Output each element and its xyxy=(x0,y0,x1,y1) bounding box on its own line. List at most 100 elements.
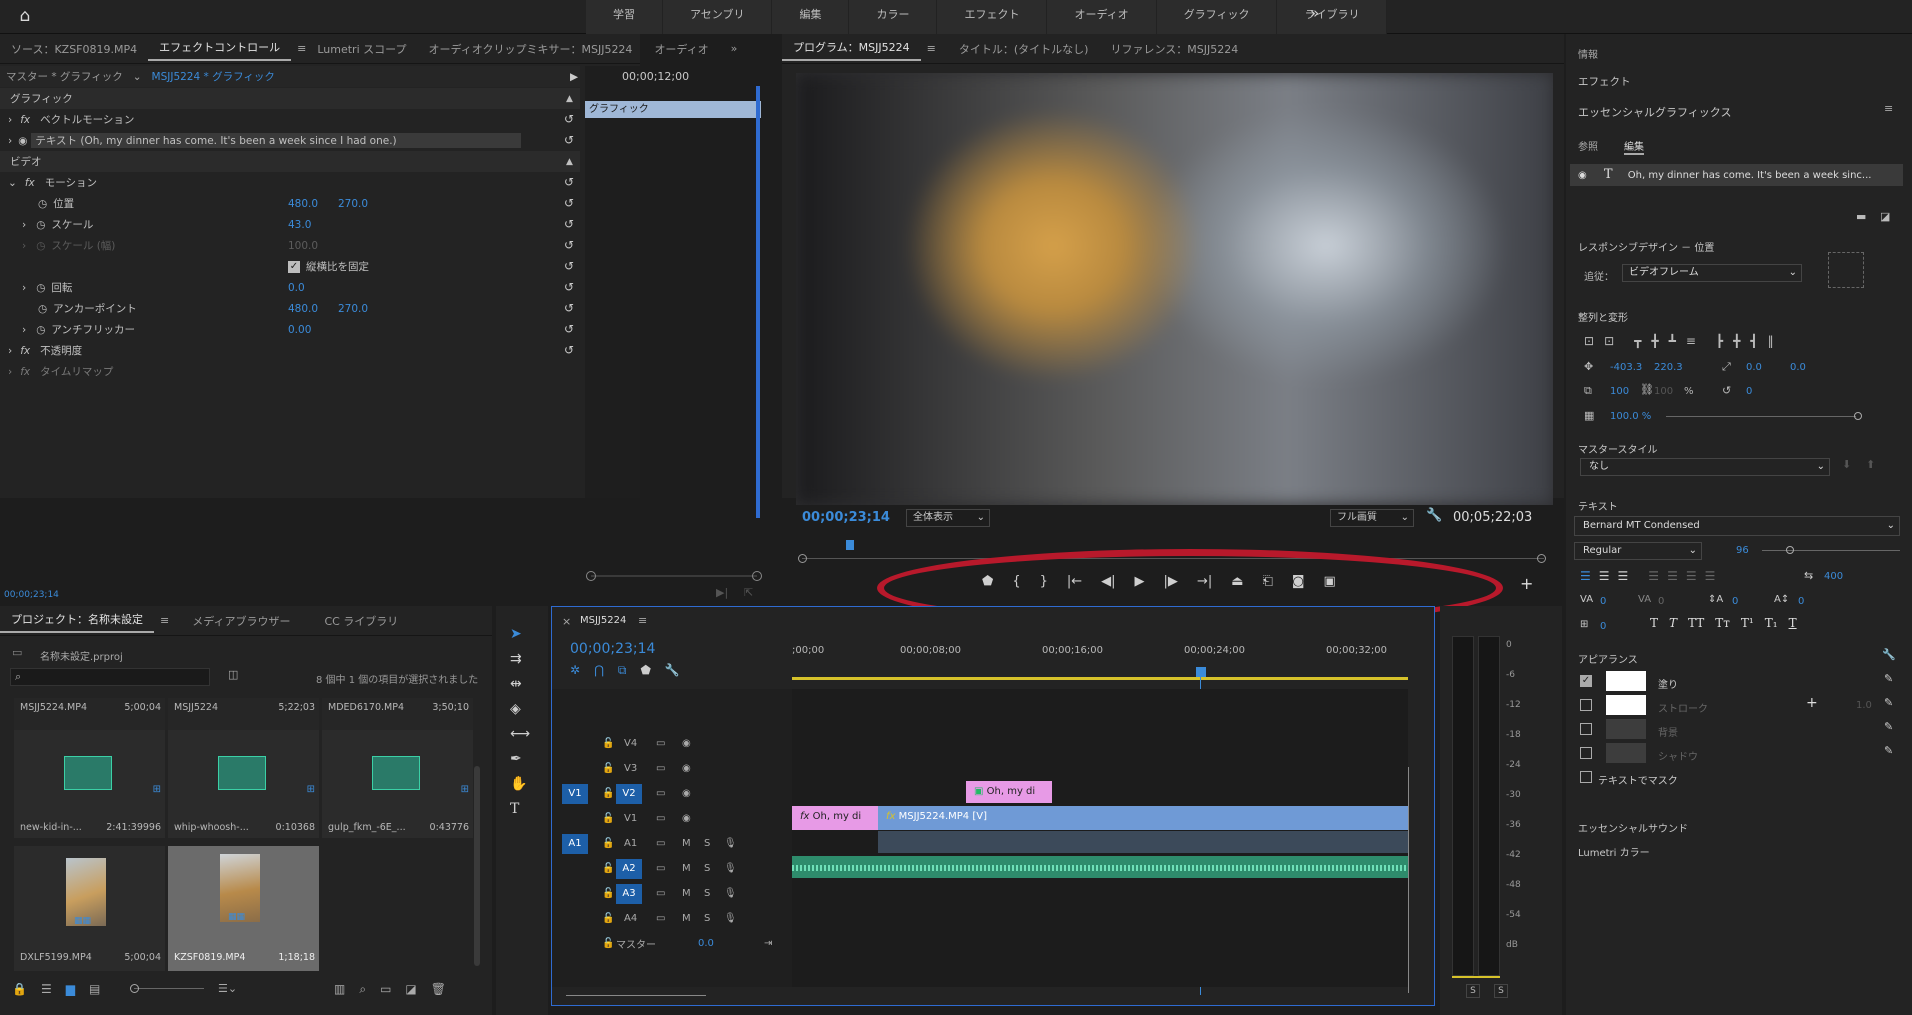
lock-icon[interactable]: 🔓 xyxy=(602,938,614,949)
eg-pos-x[interactable]: -403.3 xyxy=(1610,362,1642,373)
fx-icon[interactable]: fx xyxy=(20,345,30,357)
toggle-sync-icon[interactable]: ▭ xyxy=(656,788,665,799)
effect-opacity[interactable]: › fx 不透明度 xyxy=(0,340,580,361)
stroke-checkbox[interactable] xyxy=(1580,699,1592,711)
reset-icon[interactable]: ↺ xyxy=(564,217,574,231)
antiflicker-value[interactable]: 0.00 xyxy=(288,324,311,336)
panel-menu-icon[interactable]: ≡ xyxy=(297,42,306,55)
ripple-edit-icon[interactable]: ⇹ xyxy=(510,676,530,692)
fill-checkbox[interactable]: ✓ xyxy=(1580,675,1592,687)
eye-icon[interactable]: ◉ xyxy=(682,788,691,799)
align-middle-icon[interactable]: ╋ xyxy=(1651,334,1658,348)
type-tool-icon[interactable]: T xyxy=(510,801,530,817)
project-item-selected[interactable]: ▦▦ KZSF0819.MP4 1;18;18 xyxy=(168,846,319,971)
lumetri-color-header[interactable]: Lumetri カラー xyxy=(1578,844,1650,859)
baseline-value[interactable]: 0 xyxy=(1798,596,1804,607)
mute-button[interactable]: M xyxy=(682,888,691,899)
eyedropper-icon[interactable]: ✎ xyxy=(1884,744,1893,757)
eg-opacity[interactable]: 100.0 % xyxy=(1610,411,1651,422)
tab-cc-libraries[interactable]: CC ライブラリ xyxy=(313,613,409,629)
workspace-color[interactable]: カラー xyxy=(849,0,938,34)
wrench-icon[interactable]: 🔧 xyxy=(1426,508,1442,523)
project-item[interactable]: ⊞ whip-whoosh-... 0:10368 xyxy=(168,730,319,838)
lock-icon[interactable]: 🔒 xyxy=(12,982,27,996)
essential-sound-header[interactable]: エッセンシャルサウンド xyxy=(1578,820,1688,835)
timeline-vscroll[interactable] xyxy=(1408,767,1409,993)
clip-audio-a1[interactable] xyxy=(878,831,1408,853)
selection-tool-icon[interactable]: ➤ xyxy=(510,626,530,642)
track-label[interactable]: V2 xyxy=(616,783,642,804)
solo-button[interactable]: S xyxy=(704,863,710,874)
ec-mini-playhead[interactable] xyxy=(756,86,760,518)
effect-text-layer[interactable]: › ◉ テキスト (Oh, my dinner has come. It's b… xyxy=(0,130,580,151)
info-header[interactable]: 情報 xyxy=(1578,46,1598,61)
workspace-audio[interactable]: オーディオ xyxy=(1047,0,1157,34)
font-style-dropdown[interactable]: Regular ⌄ xyxy=(1574,542,1702,560)
workspace-libraries[interactable]: ライブラリ xyxy=(1277,0,1388,34)
new-bin-icon[interactable]: ◫ xyxy=(228,668,238,681)
trash-icon[interactable]: 🗑 xyxy=(431,982,446,997)
effect-motion[interactable]: ⌄ fx モーション xyxy=(0,172,580,193)
quality-dropdown[interactable]: フル画質 ⌄ xyxy=(1330,509,1414,527)
effect-vector-motion[interactable]: › fx ベクトルモーション xyxy=(0,109,580,130)
collapse-icon[interactable]: ▲ xyxy=(566,157,573,167)
clip-video-v1[interactable]: fx MSJJ5224.MP4 [V] xyxy=(878,806,1408,830)
eg-anchor-y[interactable]: 0.0 xyxy=(1790,362,1806,373)
eg-anchor-x[interactable]: 0.0 xyxy=(1746,362,1762,373)
chevron-right-icon[interactable]: › xyxy=(8,345,12,357)
chevron-right-icon[interactable]: › xyxy=(22,282,26,294)
eg-header[interactable]: エッセンシャルグラフィックス xyxy=(1578,104,1731,120)
reset-icon[interactable]: ↺ xyxy=(564,280,574,294)
mic-icon[interactable]: 🎙 xyxy=(724,863,737,874)
program-playhead[interactable] xyxy=(846,540,854,550)
timeline-timecode[interactable]: 00;00;23;14 xyxy=(570,641,655,657)
bg-swatch[interactable] xyxy=(1606,719,1646,739)
reset-icon[interactable]: ↺ xyxy=(564,238,574,252)
align-left-text-icon[interactable]: ☰ xyxy=(1580,569,1591,583)
all-caps-icon[interactable]: TT xyxy=(1688,616,1704,630)
scroll-handle-right[interactable] xyxy=(752,571,762,581)
solo-left-button[interactable]: S xyxy=(1466,984,1480,998)
ec-mini-clip[interactable]: グラフィック xyxy=(585,101,761,118)
bg-checkbox[interactable] xyxy=(1580,723,1592,735)
leading-value[interactable]: 0 xyxy=(1732,596,1738,607)
tab-browse[interactable]: 参照 xyxy=(1578,138,1598,153)
reset-icon[interactable]: ↺ xyxy=(564,133,574,147)
stroke-swatch[interactable] xyxy=(1606,695,1646,715)
eyedropper-icon[interactable]: ✎ xyxy=(1884,672,1893,685)
clip-graphic-v1[interactable]: fx Oh, my di xyxy=(792,806,878,830)
align-bottom-icon[interactable]: ┻ xyxy=(1669,334,1676,348)
list-view-icon[interactable]: ☰ xyxy=(41,982,52,996)
panel-menu-icon[interactable]: ≡ xyxy=(1884,102,1893,115)
tab-reference[interactable]: リファレンス：MSJJ5224 xyxy=(1099,41,1249,57)
effects-header[interactable]: エフェクト xyxy=(1578,74,1631,89)
time-ruler[interactable]: ;00;00 00;00;08;00 00;00;16;00 00;00;24;… xyxy=(792,645,1402,675)
settings-wrench-icon[interactable]: 🔧 xyxy=(665,663,680,678)
position-x-value[interactable]: 480.0 xyxy=(288,198,318,210)
panel-menu-icon[interactable]: ≡ xyxy=(927,42,936,55)
mic-icon[interactable]: 🎙 xyxy=(724,888,737,899)
zoom-slider-handle[interactable] xyxy=(130,984,139,993)
sequence-tab[interactable]: MSJJ5224 xyxy=(580,615,626,626)
home-icon[interactable]: ⌂ xyxy=(14,6,36,28)
tab-title[interactable]: タイトル：(タイトルなし) xyxy=(948,41,1100,57)
distribute-h-icon[interactable]: ‖ xyxy=(1768,334,1774,348)
panel-menu-icon[interactable]: ≡ xyxy=(160,614,169,627)
chevron-right-icon[interactable]: › xyxy=(8,135,12,147)
workspace-effects[interactable]: エフェクト xyxy=(937,0,1048,34)
solo-right-button[interactable]: S xyxy=(1494,984,1508,998)
tab-lumetri-scopes[interactable]: Lumetri スコープ xyxy=(306,41,417,57)
superscript-icon[interactable]: T¹ xyxy=(1741,616,1754,630)
justify-center-icon[interactable]: ☰ xyxy=(1667,569,1678,583)
master-label[interactable]: マスター * グラフィック xyxy=(6,69,123,84)
align-left-icon[interactable]: ┣ xyxy=(1716,334,1723,348)
justify-right-icon[interactable]: ☰ xyxy=(1686,569,1697,583)
play-only-icon[interactable]: ▶ xyxy=(570,71,578,83)
stopwatch-icon[interactable]: ◷ xyxy=(38,303,47,315)
chevron-down-icon[interactable]: ⌄ xyxy=(133,71,142,83)
lock-icon[interactable]: 🔓 xyxy=(602,888,614,899)
eye-icon[interactable]: ◉ xyxy=(18,135,27,147)
fx-icon[interactable]: fx xyxy=(20,114,30,126)
master-volume-value[interactable]: 0.0 xyxy=(698,938,714,949)
follow-dropdown[interactable]: ビデオフレーム ⌄ xyxy=(1622,264,1802,282)
